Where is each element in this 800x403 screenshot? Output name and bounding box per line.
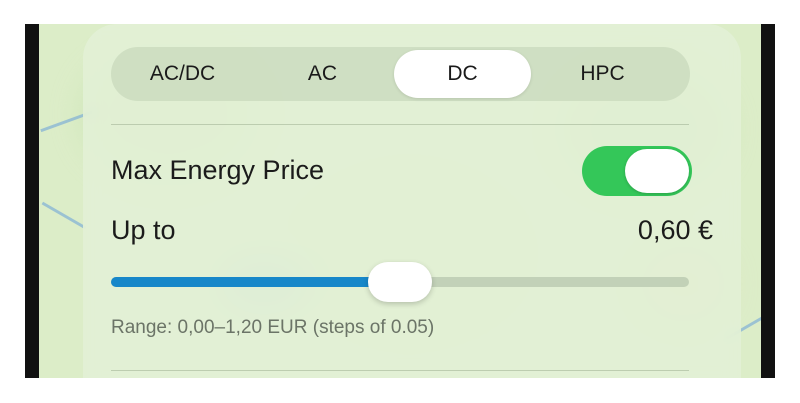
toggle-knob bbox=[625, 149, 689, 193]
segment-hpc[interactable]: HPC bbox=[534, 50, 671, 98]
segment-dc[interactable]: DC bbox=[394, 50, 531, 98]
max-energy-price-label: Max Energy Price bbox=[111, 155, 325, 185]
filter-panel: AC/DC AC DC HPC Max Energy Price Up to 0… bbox=[83, 24, 741, 378]
price-value: 0,60 € bbox=[637, 215, 713, 245]
max-energy-price-toggle[interactable] bbox=[582, 146, 692, 196]
device-frame: AC/DC AC DC HPC Max Energy Price Up to 0… bbox=[25, 24, 775, 378]
divider-top bbox=[111, 124, 689, 125]
segment-ac[interactable]: AC bbox=[254, 50, 391, 98]
range-hint: Range: 0,00–1,20 EUR (steps of 0.05) bbox=[111, 317, 435, 338]
divider-bottom bbox=[111, 370, 689, 371]
charger-type-segmented-control[interactable]: AC/DC AC DC HPC bbox=[111, 47, 690, 101]
up-to-label: Up to bbox=[111, 215, 176, 245]
segment-acdc[interactable]: AC/DC bbox=[114, 50, 251, 98]
slider-fill bbox=[111, 277, 400, 287]
price-slider[interactable] bbox=[111, 262, 689, 302]
slider-thumb[interactable] bbox=[368, 262, 432, 302]
